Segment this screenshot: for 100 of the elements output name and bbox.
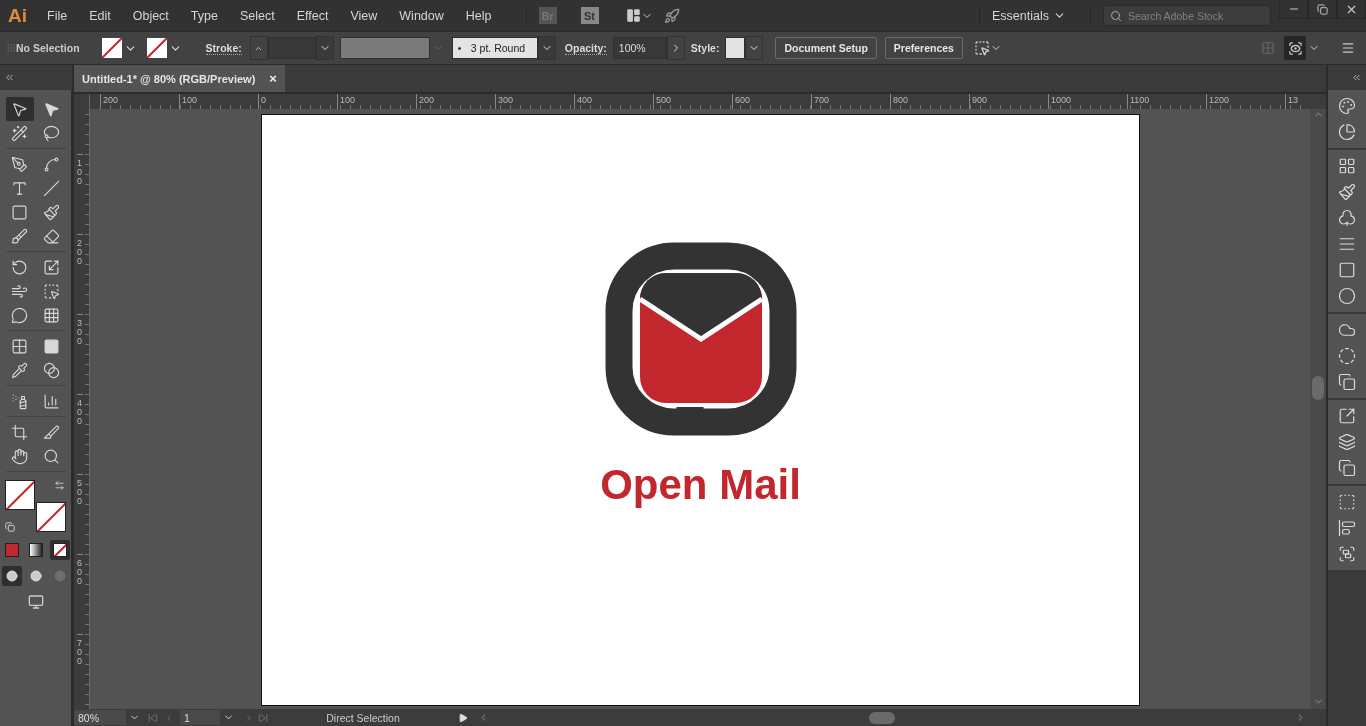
scroll-thumb[interactable] [1312, 376, 1324, 400]
export-icon [1338, 407, 1356, 425]
fill-color-swatch[interactable] [4, 480, 35, 510]
stroke-color-swatch[interactable] [35, 502, 66, 532]
fill-swatch[interactable] [101, 38, 137, 58]
line-icon [43, 179, 60, 197]
brush-field[interactable]: 3 pt. Round [451, 37, 538, 59]
style-swatch[interactable] [725, 37, 746, 59]
circle-icon [5, 570, 18, 582]
pie-icon [1338, 123, 1356, 141]
menu-item[interactable]: File [47, 8, 68, 23]
skip-forward-icon [258, 712, 268, 723]
circle-icon [29, 570, 42, 582]
menu-item[interactable]: Help [465, 8, 492, 23]
search-icon [1110, 10, 1122, 22]
stroke-label: Stroke: [205, 41, 242, 55]
filled-square-icon [43, 337, 60, 355]
control-button[interactable]: Document Setup [775, 37, 877, 59]
style-label: Style: [690, 42, 720, 54]
solid-arrow-pointer-icon [43, 100, 60, 118]
warp-icon [11, 282, 28, 300]
layers-icon [1338, 433, 1356, 451]
search-field[interactable]: Search Adobe Stock [1103, 5, 1271, 26]
brush-icon [11, 227, 28, 245]
palette-icon [1338, 97, 1356, 115]
rocket-icon [663, 7, 680, 24]
chevron-left-icon [164, 712, 174, 723]
transform-icon [1338, 493, 1356, 511]
zoom-field[interactable]: 80% [74, 710, 126, 725]
close-tab-button[interactable]: × [269, 71, 277, 86]
isolate-button[interactable] [1284, 36, 1306, 60]
dashed-circle-icon [1338, 347, 1356, 365]
grid-icon [43, 306, 60, 324]
eraser-icon [43, 227, 60, 245]
ruler-label: 100 [77, 154, 83, 234]
stroke-swatch[interactable] [146, 38, 182, 58]
brush-dropdown[interactable] [537, 36, 556, 60]
grid-icon [1261, 41, 1275, 55]
scroll-thumb[interactable] [869, 711, 895, 724]
stroke-dropdown[interactable] [315, 36, 334, 60]
swap-icon[interactable] [53, 480, 65, 491]
collapse-icon[interactable] [4, 72, 15, 83]
menu-item[interactable]: Window [399, 8, 444, 23]
menu-item[interactable]: Effect [296, 8, 329, 23]
none-mode-button[interactable] [49, 540, 70, 560]
brush-icon [1338, 183, 1356, 201]
collapse-icon[interactable] [1351, 72, 1362, 83]
draw-mode-button[interactable] [1, 566, 22, 586]
tool-button[interactable] [5, 97, 34, 121]
spray-can-icon [11, 392, 28, 410]
chevron-right-icon [244, 712, 254, 723]
menu-item[interactable]: Select [239, 8, 275, 23]
cloud-icon [1338, 321, 1356, 339]
play-icon[interactable] [458, 712, 468, 723]
scale-icon [43, 258, 60, 276]
menu-item[interactable]: Edit [89, 8, 111, 23]
curve-pen-icon [43, 155, 60, 173]
speech-bubble-icon [11, 306, 28, 324]
select-similar-icon [973, 40, 990, 56]
app-logo: Ai [8, 4, 27, 27]
type-icon [11, 179, 28, 197]
current-tool-label: Direct Selection [325, 711, 401, 724]
monitor-icon [27, 594, 44, 610]
bar-chart-icon [43, 392, 60, 410]
circle-icon [1338, 287, 1356, 305]
menu-item[interactable]: Type [190, 8, 218, 23]
logo-text: Open Mail [600, 461, 801, 509]
swatches-icon [1338, 157, 1356, 175]
knife-icon [43, 423, 60, 441]
stock-button[interactable]: St [580, 7, 599, 24]
stacked-squares-icon [1338, 373, 1356, 391]
square-icon [1338, 261, 1356, 279]
pathfinder-icon [1338, 545, 1356, 563]
selection-label: No Selection [16, 42, 80, 54]
close-button[interactable] [1337, 0, 1366, 19]
circle-icon [53, 570, 66, 582]
profile-field[interactable] [339, 37, 430, 59]
ruler-label: 300 [77, 314, 83, 394]
align-icon [1338, 519, 1356, 537]
style-dropdown[interactable] [745, 36, 764, 60]
ruler-label: 400 [77, 394, 83, 474]
default-colors-icon[interactable] [4, 522, 15, 532]
opacity-label: Opacity: [564, 41, 607, 55]
menu-item[interactable]: View [350, 8, 378, 23]
workspace-switcher[interactable]: Essentials [992, 8, 1066, 23]
minimize-button[interactable] [1279, 0, 1308, 19]
opacity-field[interactable]: 100% [612, 37, 667, 59]
artboard-field[interactable]: 1 [180, 710, 220, 725]
restore-icon [1317, 3, 1328, 15]
document-tab[interactable]: Untitled-1* @ 80% (RGB/Preview) × [74, 65, 285, 92]
free-transform-icon [43, 282, 60, 300]
magic-wand-icon [11, 124, 28, 142]
ruler-label: 600 [77, 554, 83, 634]
control-button[interactable]: Preferences [884, 37, 963, 59]
zoom-icon [43, 447, 60, 465]
crop-icon [11, 423, 28, 441]
eyedropper-icon [11, 361, 28, 379]
vertical-scrollbar[interactable] [1310, 109, 1326, 709]
menu-item[interactable]: Object [132, 8, 169, 23]
restore-button[interactable] [1308, 0, 1337, 19]
